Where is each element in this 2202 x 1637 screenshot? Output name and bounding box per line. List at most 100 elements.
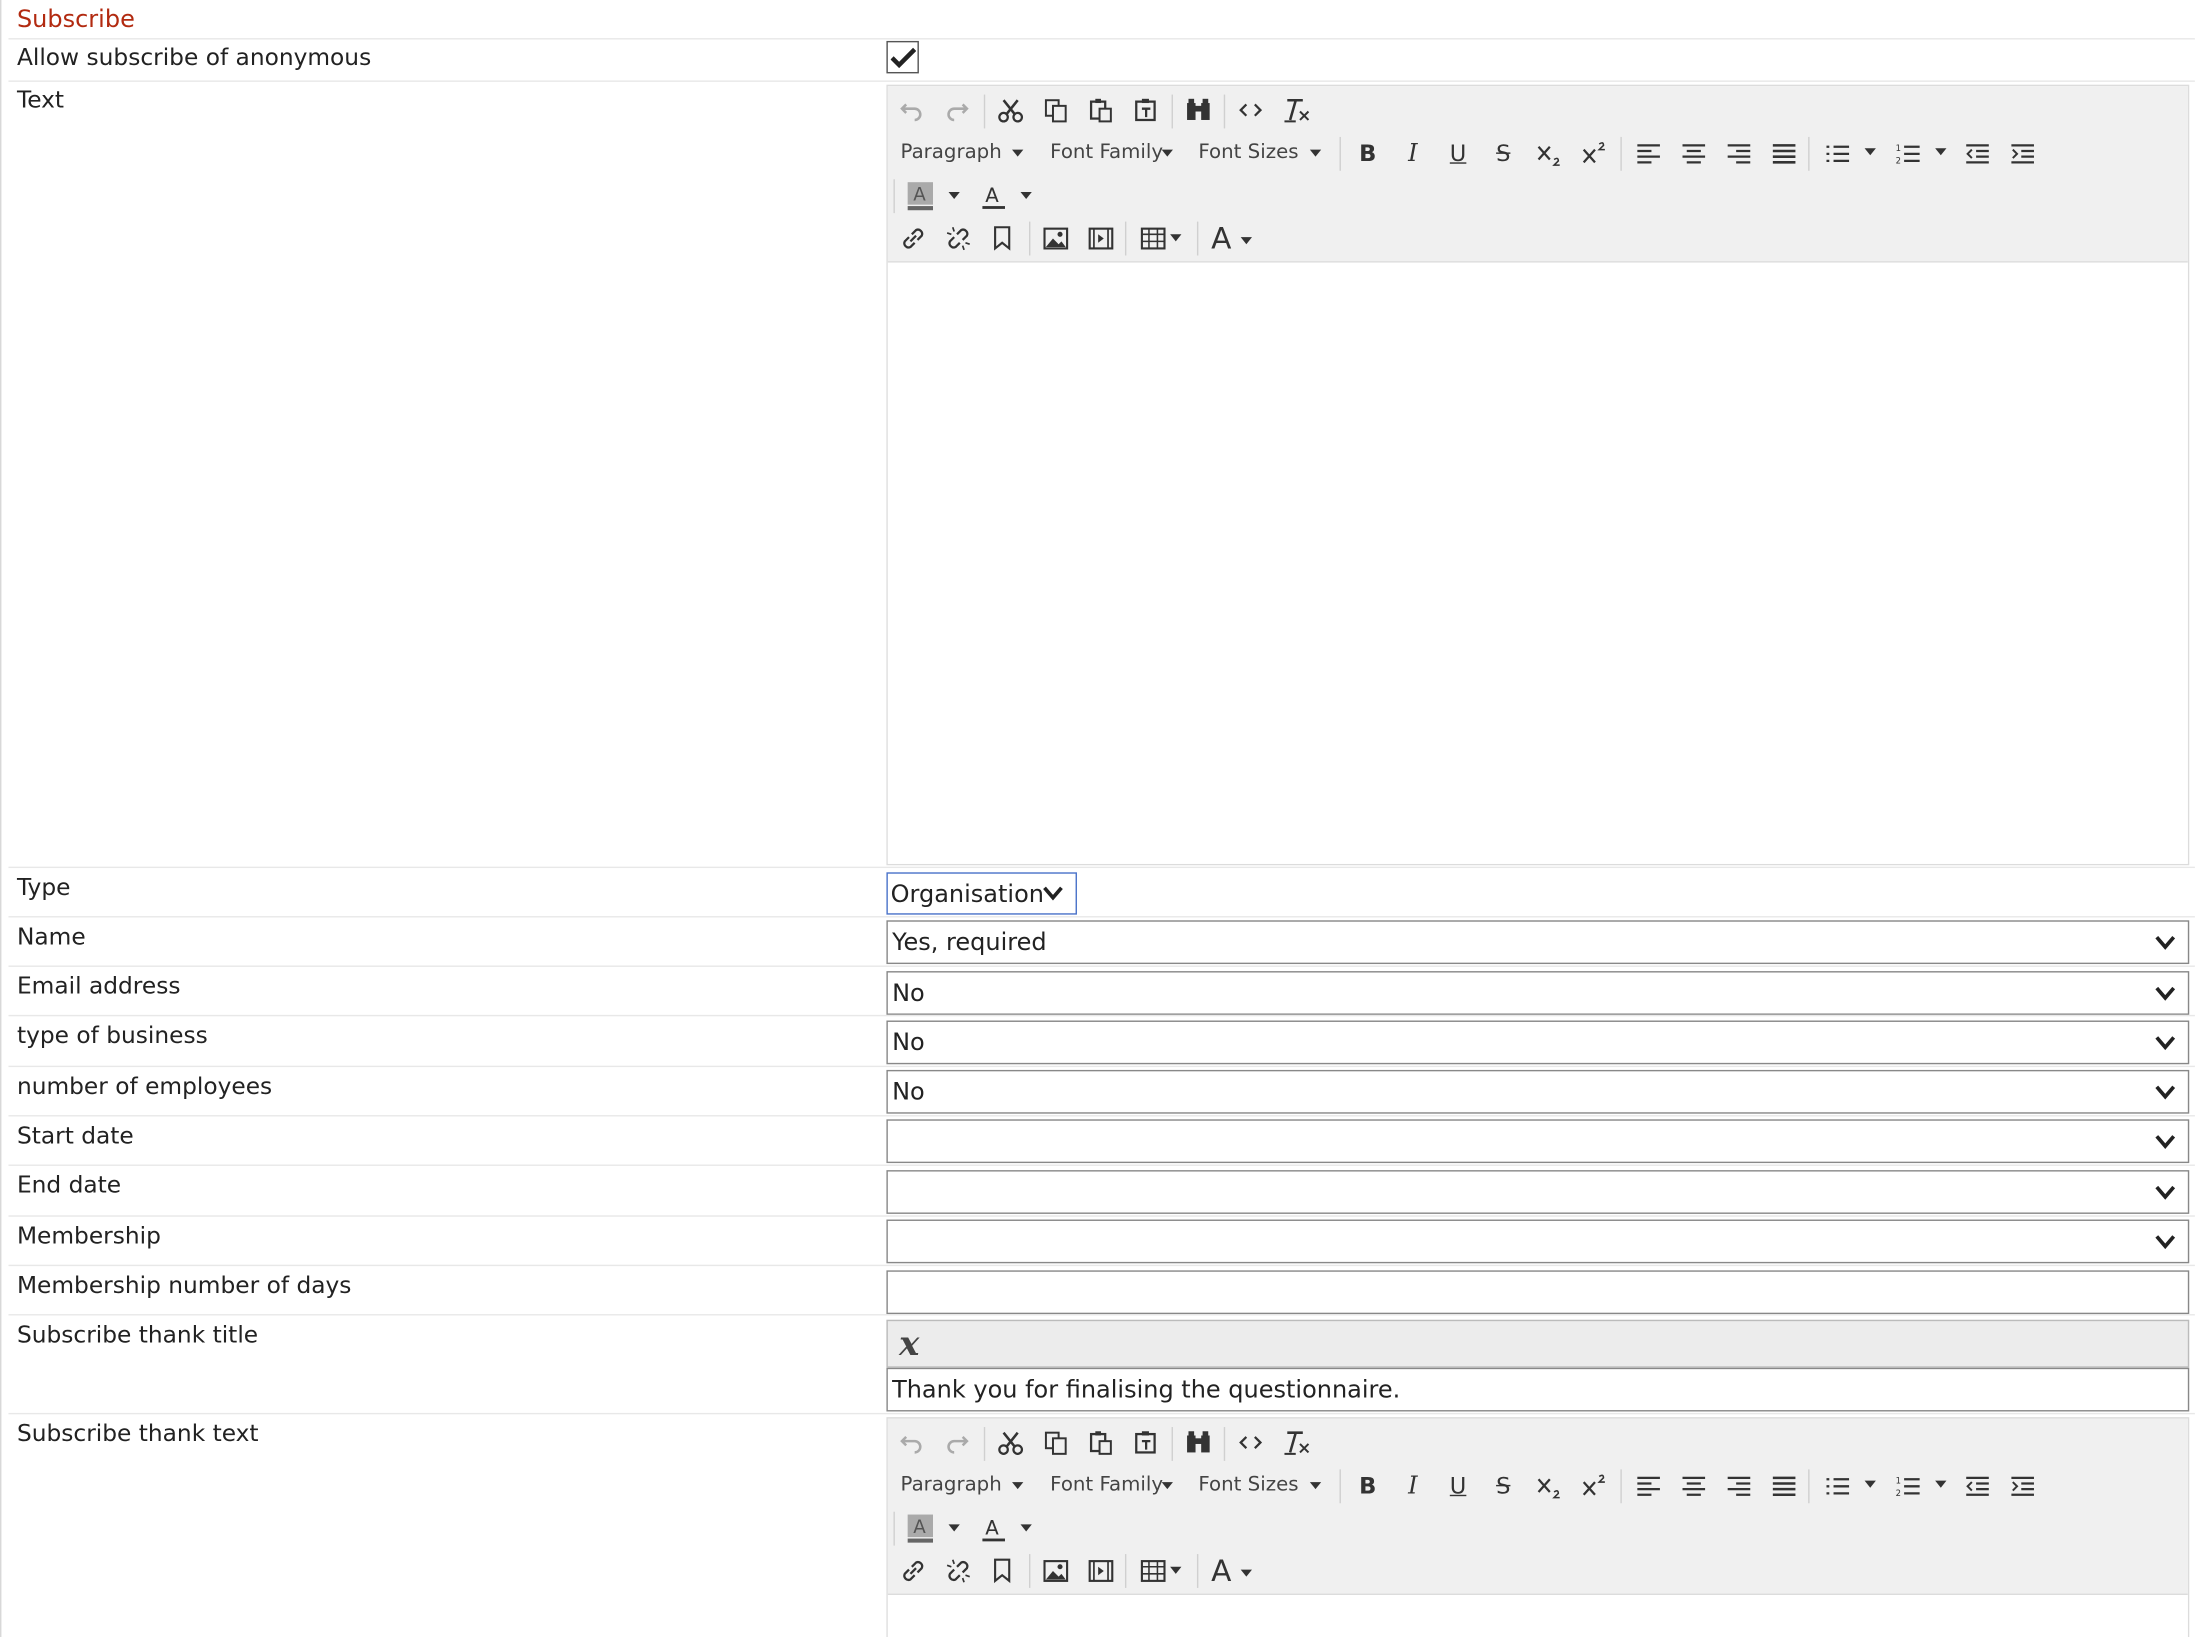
- strikethrough-button[interactable]: S: [1493, 140, 1513, 171]
- table-icon[interactable]: [1140, 227, 1166, 258]
- link-icon[interactable]: [901, 226, 926, 257]
- font-sizes-select[interactable]: Font Sizes: [1198, 137, 1298, 168]
- table-icon[interactable]: [1140, 1560, 1166, 1591]
- allow-anonymous-checkbox[interactable]: [886, 40, 919, 74]
- background-color-icon[interactable]: A: [907, 1514, 934, 1546]
- indent-icon[interactable]: [2010, 143, 2035, 174]
- chevron-down-icon[interactable]: [1240, 1569, 1253, 1577]
- align-left-icon[interactable]: [1636, 1475, 1661, 1506]
- membership-select[interactable]: [886, 1219, 2190, 1264]
- chevron-down-icon[interactable]: [1240, 237, 1253, 245]
- clear-format-icon[interactable]: [1283, 97, 1311, 128]
- superscript-icon[interactable]: [1581, 140, 1609, 171]
- redo-icon[interactable]: [944, 97, 969, 128]
- thank-title-input[interactable]: Thank you for finalising the questionnai…: [886, 1367, 2190, 1412]
- membership-days-input[interactable]: [886, 1270, 2190, 1315]
- align-justify-icon[interactable]: [1771, 143, 1796, 174]
- chevron-down-icon[interactable]: [1935, 1480, 1947, 1488]
- copy-icon[interactable]: [1043, 1430, 1068, 1461]
- chevron-down-icon[interactable]: [1864, 1480, 1876, 1488]
- find-replace-icon[interactable]: [1186, 1430, 1211, 1461]
- unlink-icon[interactable]: [946, 1558, 971, 1589]
- chevron-down-icon[interactable]: [1170, 234, 1182, 242]
- thank-text-label: Subscribe thank text: [16, 1419, 259, 1447]
- paste-text-icon[interactable]: [1133, 97, 1158, 128]
- subscript-icon[interactable]: [1536, 1472, 1564, 1503]
- undo-icon[interactable]: [899, 1430, 924, 1461]
- type-select[interactable]: Organisation: [886, 872, 1077, 915]
- font-family-select[interactable]: Font Family: [1050, 1469, 1163, 1500]
- italic-button[interactable]: I: [1403, 1472, 1423, 1503]
- anchor-icon[interactable]: [992, 1558, 1012, 1589]
- bullet-list-icon[interactable]: [1825, 1475, 1850, 1506]
- image-icon[interactable]: [1043, 227, 1069, 258]
- email-select-value: No: [892, 979, 925, 1008]
- indent-icon[interactable]: [2010, 1475, 2035, 1506]
- redo-icon[interactable]: [944, 1430, 969, 1461]
- media-icon[interactable]: [1088, 227, 1114, 258]
- source-code-icon[interactable]: [1238, 1430, 1263, 1461]
- media-icon[interactable]: [1088, 1560, 1114, 1591]
- align-justify-icon[interactable]: [1771, 1475, 1796, 1506]
- numbered-list-icon[interactable]: 12: [1896, 143, 1921, 174]
- copy-icon[interactable]: [1043, 97, 1068, 128]
- bullet-list-icon[interactable]: [1825, 143, 1850, 174]
- align-left-icon[interactable]: [1636, 143, 1661, 174]
- align-right-icon[interactable]: [1726, 1475, 1751, 1506]
- outdent-icon[interactable]: [1965, 143, 1990, 174]
- align-right-icon[interactable]: [1726, 143, 1751, 174]
- start-date-select[interactable]: [886, 1119, 2190, 1164]
- paste-text-icon[interactable]: [1133, 1430, 1158, 1461]
- cut-icon[interactable]: [998, 1430, 1024, 1461]
- strikethrough-button[interactable]: S: [1493, 1472, 1513, 1503]
- link-icon[interactable]: [901, 1558, 926, 1589]
- chevron-down-icon[interactable]: [948, 1524, 960, 1532]
- undo-icon[interactable]: [899, 97, 924, 128]
- background-color-icon[interactable]: A: [907, 182, 934, 213]
- clear-format-icon[interactable]: [1283, 1430, 1311, 1461]
- image-icon[interactable]: [1043, 1560, 1069, 1591]
- superscript-icon[interactable]: [1581, 1472, 1609, 1503]
- employees-select[interactable]: No: [886, 1069, 2190, 1114]
- bold-button[interactable]: B: [1358, 140, 1378, 171]
- underline-button[interactable]: U: [1448, 1472, 1468, 1503]
- chevron-down-icon[interactable]: [1170, 1566, 1182, 1574]
- italic-button[interactable]: I: [1403, 140, 1423, 171]
- underline-button[interactable]: U: [1448, 140, 1468, 171]
- bold-button[interactable]: B: [1358, 1472, 1378, 1503]
- font-family-select[interactable]: Font Family: [1050, 137, 1163, 168]
- business-select[interactable]: No: [886, 1020, 2190, 1065]
- align-center-icon[interactable]: [1681, 1475, 1706, 1506]
- format-select[interactable]: Paragraph: [901, 137, 1002, 168]
- insert-variable-icon[interactable]: x: [899, 1323, 919, 1364]
- chevron-down-icon[interactable]: [1020, 1524, 1032, 1532]
- text-color-icon[interactable]: A: [981, 1515, 1006, 1546]
- unlink-icon[interactable]: [946, 226, 971, 257]
- type-select-value: Organisation: [890, 880, 1044, 910]
- thank-text-editor-content[interactable]: [887, 1593, 2188, 1637]
- chevron-down-icon[interactable]: [1935, 148, 1947, 156]
- text-color-icon[interactable]: A: [981, 182, 1006, 213]
- toolbar-separator: [1124, 1554, 1127, 1588]
- chevron-down-icon[interactable]: [1020, 191, 1032, 200]
- name-select[interactable]: Yes, required: [886, 920, 2190, 965]
- email-select[interactable]: No: [886, 971, 2190, 1015]
- end-date-select[interactable]: [886, 1170, 2190, 1214]
- outdent-icon[interactable]: [1965, 1475, 1990, 1506]
- source-code-icon[interactable]: [1238, 97, 1263, 128]
- format-select[interactable]: Paragraph: [901, 1469, 1002, 1500]
- numbered-list-icon[interactable]: 12: [1896, 1475, 1921, 1506]
- paste-icon[interactable]: [1088, 97, 1113, 128]
- cut-icon[interactable]: [998, 97, 1024, 128]
- align-center-icon[interactable]: [1681, 143, 1706, 174]
- subscript-icon[interactable]: [1536, 140, 1564, 171]
- font-sizes-select[interactable]: Font Sizes: [1198, 1469, 1298, 1500]
- text-style-icon[interactable]: A: [1211, 224, 1231, 255]
- find-replace-icon[interactable]: [1186, 97, 1211, 128]
- text-editor-content[interactable]: [887, 261, 2188, 864]
- chevron-down-icon[interactable]: [1864, 148, 1876, 156]
- paste-icon[interactable]: [1088, 1430, 1113, 1461]
- text-style-icon[interactable]: A: [1211, 1556, 1231, 1588]
- anchor-icon[interactable]: [992, 226, 1012, 257]
- chevron-down-icon[interactable]: [948, 191, 960, 200]
